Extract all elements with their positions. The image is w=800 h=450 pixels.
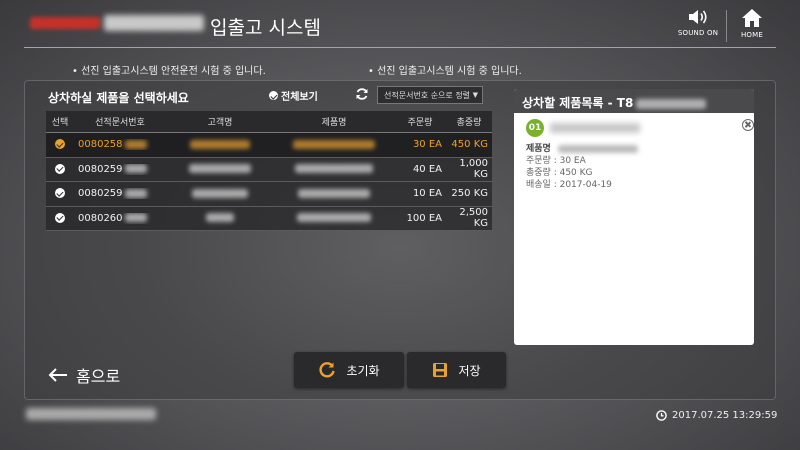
load-list-title-text: 상차할 제품목록 - T8	[522, 96, 634, 110]
customer-redacted	[189, 164, 251, 174]
total-weight: 2,500 KG	[459, 207, 488, 230]
table-row[interactable]: 0080259 40 EA 1,000 KG	[46, 157, 492, 182]
load-list-title: 상차할 제품목록 - T8	[514, 89, 754, 113]
table-row[interactable]: 0080259 10 EA 250 KG	[46, 182, 492, 207]
back-home-label: 홈으로	[76, 367, 121, 386]
col-quantity: 주문량	[407, 118, 433, 128]
sound-label: SOUND ON	[677, 29, 719, 37]
home-button[interactable]: HOME	[727, 8, 777, 44]
total-weight: 250 KG	[451, 188, 488, 200]
doc-number: 0080260	[78, 212, 123, 224]
home-label: HOME	[740, 31, 764, 39]
table-row[interactable]: 0080258 30 EA 450 KG	[46, 133, 492, 158]
company-logo	[30, 17, 100, 29]
check-icon	[269, 91, 278, 100]
shipment-table: 선택 선적문서번호 고객명 제품명 주문량 총중량 0080258 30 EA …	[46, 111, 492, 231]
doc-number: 0080258	[78, 139, 123, 151]
row-check-icon[interactable]	[55, 163, 65, 174]
save-label: 저장	[458, 363, 481, 378]
company-name-blurred	[104, 15, 204, 31]
back-home-link[interactable]: 홈으로	[48, 363, 120, 387]
total-weight: 1,000 KG	[459, 158, 488, 181]
reset-label: 초기화	[346, 363, 380, 378]
order-qty: 10 EA	[412, 188, 442, 200]
customer-redacted	[206, 213, 234, 223]
ship-date-detail: 배송일 : 2017-04-19	[526, 180, 612, 190]
refresh-icon[interactable]	[355, 87, 369, 101]
chevron-down-icon: ▼	[472, 91, 478, 99]
redacted-text	[124, 188, 147, 198]
table-row[interactable]: 0080260 100 EA 2,500 KG	[46, 206, 492, 231]
product-redacted	[297, 213, 371, 223]
header: 입출고 시스템 SOUND ON HOME	[0, 0, 800, 48]
order-qty: 30 EA	[412, 139, 442, 151]
redacted-text	[124, 164, 147, 174]
customer-redacted	[190, 139, 250, 149]
view-all-toggle[interactable]: 전체보기	[269, 88, 318, 103]
sort-select-value: 선적문서번호 순으로 정렬	[384, 91, 471, 100]
save-button[interactable]: 저장	[407, 352, 506, 388]
load-list-card: 상차할 제품목록 - T8 01 제품명 주문량 : 30 EA 총중량 : 4…	[514, 89, 754, 345]
item-name-redacted	[550, 123, 640, 133]
sort-select[interactable]: 선적문서번호 순으로 정렬 ▼	[377, 86, 483, 104]
header-divider	[24, 47, 776, 48]
row-check-icon[interactable]	[55, 139, 65, 150]
row-check-icon[interactable]	[55, 212, 65, 223]
product-redacted	[298, 188, 370, 198]
speaker-icon	[689, 10, 707, 24]
notice-1: • 선진 입출고시스템 안전운전 시험 중 입니다.	[72, 66, 266, 77]
home-icon	[742, 9, 762, 27]
product-redacted	[295, 164, 373, 174]
notice-2: • 선진 입출고시스템 시험 중 입니다.	[368, 66, 522, 77]
order-qty: 40 EA	[412, 163, 442, 175]
redacted-text	[636, 98, 707, 109]
datetime-text: 2017.07.25 13:29:59	[672, 410, 778, 421]
save-icon	[433, 363, 448, 377]
item-number-badge: 01	[526, 119, 544, 137]
col-select: 선택	[51, 118, 69, 128]
col-weight: 총중량	[456, 118, 482, 128]
table-header: 선택 선적문서번호 고객명 제품명 주문량 총중량	[46, 111, 492, 133]
col-customer: 고객명	[207, 118, 233, 128]
row-check-icon[interactable]	[55, 188, 65, 199]
reset-button[interactable]: 초기화	[294, 352, 404, 388]
view-all-label: 전체보기	[281, 92, 318, 103]
customer-redacted	[192, 188, 248, 198]
redacted-text	[124, 139, 147, 149]
sound-button[interactable]: SOUND ON	[673, 8, 723, 44]
datetime-display: 2017.07.25 13:29:59	[656, 410, 777, 421]
product-name-redacted	[557, 144, 638, 153]
select-products-title: 상차하실 제품을 선택하세요	[48, 91, 189, 105]
product-redacted	[293, 139, 375, 149]
order-qty: 100 EA	[406, 212, 442, 224]
close-icon[interactable]	[742, 119, 754, 131]
clock-icon	[656, 410, 667, 421]
doc-number: 0080259	[78, 188, 123, 200]
col-doc-number: 선적문서번호	[95, 118, 145, 128]
col-product: 제품명	[321, 118, 347, 128]
footer-company-redacted	[26, 408, 156, 420]
doc-number: 0080259	[78, 163, 123, 175]
total-weight: 450 KG	[451, 139, 488, 151]
arrow-left-icon	[48, 368, 67, 382]
reset-icon	[319, 362, 336, 378]
app-title: 입출고 시스템	[210, 17, 321, 39]
redacted-text	[124, 213, 147, 223]
